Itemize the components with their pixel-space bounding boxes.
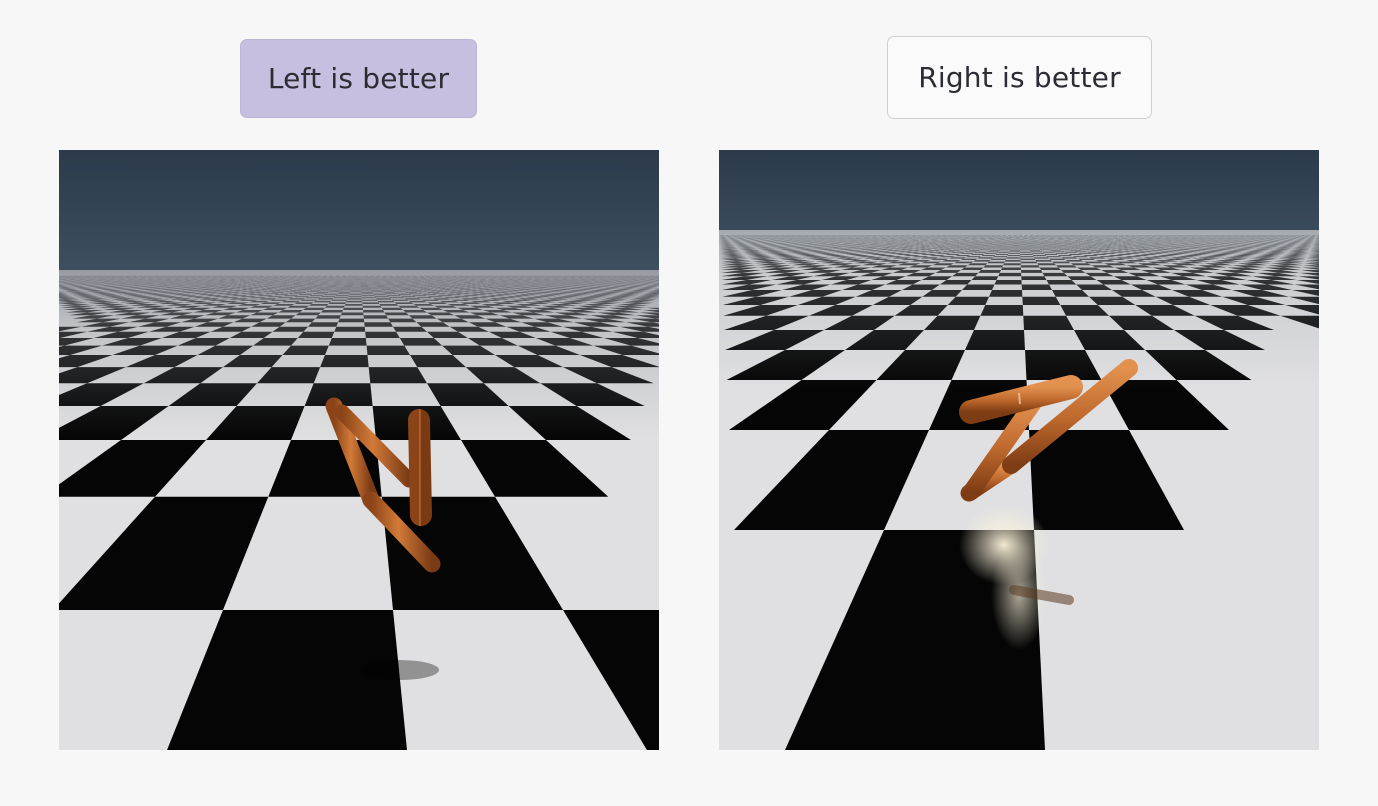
left-is-better-button[interactable]: Left is better — [240, 39, 477, 118]
right-simulation-view — [719, 150, 1319, 750]
robot-foot-link — [408, 409, 432, 526]
right-is-better-button[interactable]: Right is better — [887, 36, 1152, 119]
sky — [59, 150, 659, 272]
right-scene-svg — [719, 150, 1319, 750]
sky — [719, 150, 1319, 232]
left-simulation-view — [59, 150, 659, 750]
floor-haze — [719, 230, 1319, 390]
left-scene-svg — [59, 150, 659, 750]
floor-haze — [59, 270, 659, 440]
comparison-page: Left is better Right is better — [0, 0, 1378, 806]
